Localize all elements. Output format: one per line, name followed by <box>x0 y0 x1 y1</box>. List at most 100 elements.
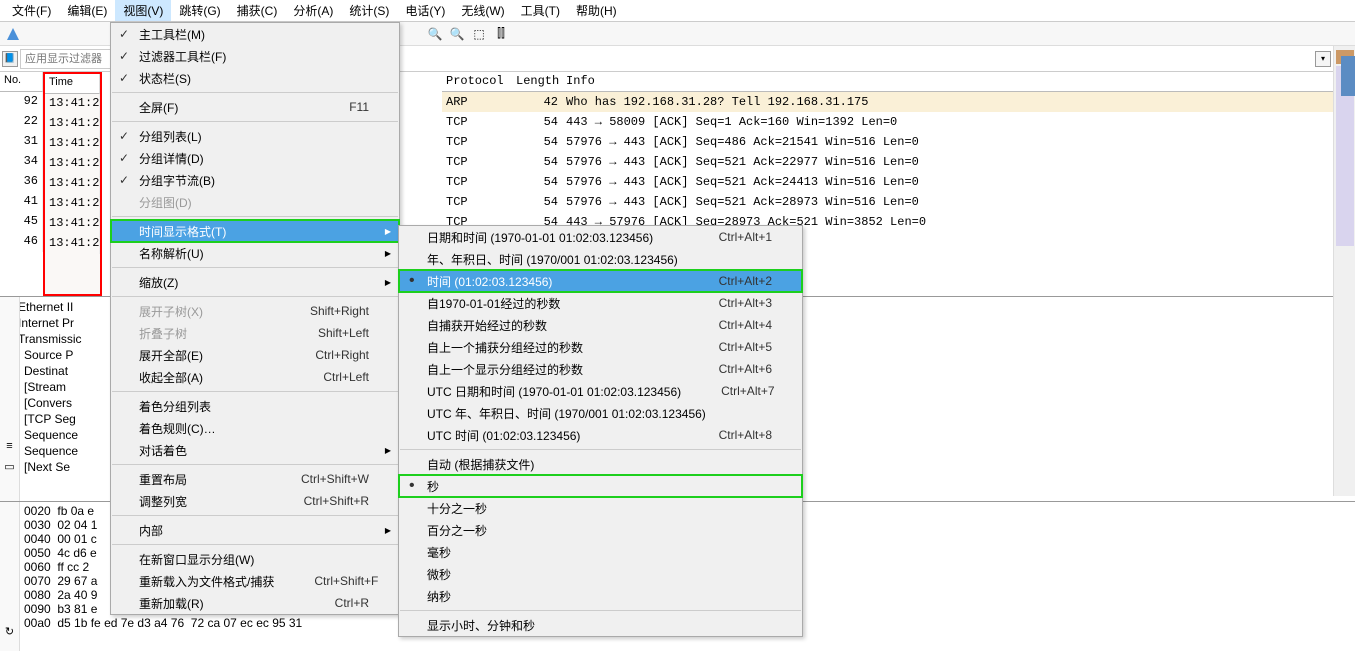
reload-icon[interactable]: ↻ <box>1 622 19 640</box>
menu-item[interactable]: 重新载入为文件格式/捕获Ctrl+Shift+F <box>111 570 399 592</box>
menu-item[interactable]: ✓状态栏(S) <box>111 67 399 89</box>
menu-item[interactable]: 调整列宽Ctrl+Shift+R <box>111 490 399 512</box>
menu-电话(Y)[interactable]: 电话(Y) <box>397 0 453 21</box>
menu-item[interactable]: 重新加载(R)Ctrl+R <box>111 592 399 614</box>
menu-item[interactable]: ✓过滤器工具栏(F) <box>111 45 399 67</box>
menu-item[interactable]: ✓分组字节流(B) <box>111 169 399 191</box>
menu-item: 分组图(D) <box>111 191 399 213</box>
menu-文件(F)[interactable]: 文件(F) <box>4 0 59 21</box>
col-time-header[interactable]: Time <box>45 74 100 94</box>
cell-no[interactable]: 34 <box>0 152 43 172</box>
menu-item[interactable]: 着色分组列表 <box>111 395 399 417</box>
menu-item[interactable]: 全屏(F)F11 <box>111 96 399 118</box>
zoom-reset-icon[interactable]: ⬚ <box>470 25 488 43</box>
menu-item[interactable]: •时间 (01:02:03.123456)Ctrl+Alt+2 <box>399 270 802 292</box>
cell-no[interactable]: 45 <box>0 212 43 232</box>
menu-item[interactable]: ✓分组详情(D) <box>111 147 399 169</box>
menu-item[interactable]: 展开全部(E)Ctrl+Right <box>111 344 399 366</box>
menu-工具(T)[interactable]: 工具(T) <box>513 0 568 21</box>
columns-icon[interactable]: ▭ <box>1 457 19 475</box>
menu-item[interactable]: ✓分组列表(L) <box>111 125 399 147</box>
menu-无线(W)[interactable]: 无线(W) <box>453 0 512 21</box>
zoom-out-icon[interactable]: 🔍 <box>448 25 466 43</box>
cell-len: 54 <box>512 173 562 191</box>
menu-item[interactable]: 显示小时、分钟和秒 <box>399 614 802 636</box>
menu-item[interactable]: 百分之一秒 <box>399 519 802 541</box>
menu-item[interactable]: 缩放(Z)▶ <box>111 271 399 293</box>
menubar: 文件(F)编辑(E)视图(V)跳转(G)捕获(C)分析(A)统计(S)电话(Y)… <box>0 0 1355 22</box>
menu-item[interactable]: 名称解析(U)▶ <box>111 242 399 264</box>
menu-item[interactable]: 自捕获开始经过的秒数Ctrl+Alt+4 <box>399 314 802 336</box>
menu-item: 折叠子树Shift+Left <box>111 322 399 344</box>
cell-time[interactable]: 13:41:2 <box>45 214 100 234</box>
menu-分析(A)[interactable]: 分析(A) <box>285 0 341 21</box>
cell-time[interactable]: 13:41:2 <box>45 194 100 214</box>
cell-proto: TCP <box>442 133 512 151</box>
menu-统计(S)[interactable]: 统计(S) <box>341 0 397 21</box>
zoom-in-icon[interactable]: 🔍 <box>426 25 444 43</box>
menu-item[interactable]: 自1970-01-01经过的秒数Ctrl+Alt+3 <box>399 292 802 314</box>
cell-time[interactable]: 13:41:2 <box>45 234 100 254</box>
menu-跳转(G)[interactable]: 跳转(G) <box>171 0 228 21</box>
packet-minimap[interactable] <box>1333 46 1355 496</box>
menu-item[interactable]: 时间显示格式(T)▶ <box>111 220 399 242</box>
menu-捕获(C)[interactable]: 捕获(C) <box>229 0 286 21</box>
col-len-header[interactable]: Length <box>512 72 562 92</box>
menu-视图(V)[interactable]: 视图(V) <box>115 0 171 21</box>
packet-row[interactable]: TCP5457976 → 443 [ACK] Seq=521 Ack=24413… <box>442 172 1355 192</box>
cell-time[interactable]: 13:41:2 <box>45 134 100 154</box>
packet-row[interactable]: TCP54443 → 58009 [ACK] Seq=1 Ack=160 Win… <box>442 112 1355 132</box>
packet-row[interactable]: TCP5457976 → 443 [ACK] Seq=521 Ack=22977… <box>442 152 1355 172</box>
packet-row[interactable]: ARP42Who has 192.168.31.28? Tell 192.168… <box>442 92 1355 112</box>
time-format-submenu[interactable]: 日期和时间 (1970-01-01 01:02:03.123456)Ctrl+A… <box>398 225 803 637</box>
menu-item[interactable]: UTC 时间 (01:02:03.123456)Ctrl+Alt+8 <box>399 424 802 446</box>
menu-item[interactable]: 毫秒 <box>399 541 802 563</box>
cell-time[interactable]: 13:41:2 <box>45 114 100 134</box>
details-gutter: ≡ ▭ <box>0 297 20 501</box>
cell-time[interactable]: 13:41:2 <box>45 174 100 194</box>
cell-proto: TCP <box>442 173 512 191</box>
menu-item[interactable]: 内部▶ <box>111 519 399 541</box>
cell-no[interactable]: 31 <box>0 132 43 152</box>
packet-row[interactable]: TCP5457976 → 443 [ACK] Seq=486 Ack=21541… <box>442 132 1355 152</box>
menu-item[interactable]: 纳秒 <box>399 585 802 607</box>
menu-item[interactable]: 自动 (根据捕获文件) <box>399 453 802 475</box>
cell-time[interactable]: 13:41:2 <box>45 94 100 114</box>
scroll-thumb[interactable] <box>1341 56 1355 96</box>
menu-item[interactable]: 年、年积日、时间 (1970/001 01:02:03.123456) <box>399 248 802 270</box>
col-info-header[interactable]: Info <box>562 72 1355 92</box>
col-no-header[interactable]: No. <box>0 72 43 92</box>
menu-item[interactable]: 自上一个显示分组经过的秒数Ctrl+Alt+6 <box>399 358 802 380</box>
menu-item[interactable]: 自上一个捕获分组经过的秒数Ctrl+Alt+5 <box>399 336 802 358</box>
cell-no[interactable]: 36 <box>0 172 43 192</box>
cell-no[interactable]: 41 <box>0 192 43 212</box>
view-menu[interactable]: ✓主工具栏(M)✓过滤器工具栏(F)✓状态栏(S) 全屏(F)F11 ✓分组列表(L… <box>110 22 400 615</box>
cell-no[interactable]: 46 <box>0 232 43 252</box>
menu-item[interactable]: •秒 <box>399 475 802 497</box>
col-proto-header[interactable]: Protocol <box>442 72 512 92</box>
menu-item[interactable]: 十分之一秒 <box>399 497 802 519</box>
cell-time[interactable]: 13:41:2 <box>45 154 100 174</box>
menu-item[interactable]: 重置布局Ctrl+Shift+W <box>111 468 399 490</box>
menu-item[interactable]: 着色规则(C)… <box>111 417 399 439</box>
menu-item[interactable]: ✓主工具栏(M) <box>111 23 399 45</box>
menu-帮助(H)[interactable]: 帮助(H) <box>568 0 625 21</box>
menu-item[interactable]: 对话着色▶ <box>111 439 399 461</box>
menu-item[interactable]: 收起全部(A)Ctrl+Left <box>111 366 399 388</box>
cell-info: 57976 → 443 [ACK] Seq=521 Ack=28973 Win=… <box>562 193 1355 211</box>
expression-button[interactable]: ▾ <box>1315 51 1331 67</box>
cell-proto: TCP <box>442 153 512 171</box>
bookmark-icon[interactable]: 📘 <box>2 51 18 67</box>
menu-item[interactable]: UTC 年、年积日、时间 (1970/001 01:02:03.123456) <box>399 402 802 424</box>
menu-item[interactable]: 微秒 <box>399 563 802 585</box>
packet-row[interactable]: TCP5457976 → 443 [ACK] Seq=521 Ack=28973… <box>442 192 1355 212</box>
menu-item[interactable]: 日期和时间 (1970-01-01 01:02:03.123456)Ctrl+A… <box>399 226 802 248</box>
colorize-icon[interactable]: ≡ <box>1 437 19 455</box>
resize-columns-icon[interactable]: ⫿⫿ <box>492 25 510 43</box>
cell-no[interactable]: 92 <box>0 92 43 112</box>
menu-编辑(E)[interactable]: 编辑(E) <box>59 0 115 21</box>
col-no: No. 9222313436414546 <box>0 72 43 296</box>
cell-no[interactable]: 22 <box>0 112 43 132</box>
menu-item[interactable]: UTC 日期和时间 (1970-01-01 01:02:03.123456)Ct… <box>399 380 802 402</box>
menu-item[interactable]: 在新窗口显示分组(W) <box>111 548 399 570</box>
